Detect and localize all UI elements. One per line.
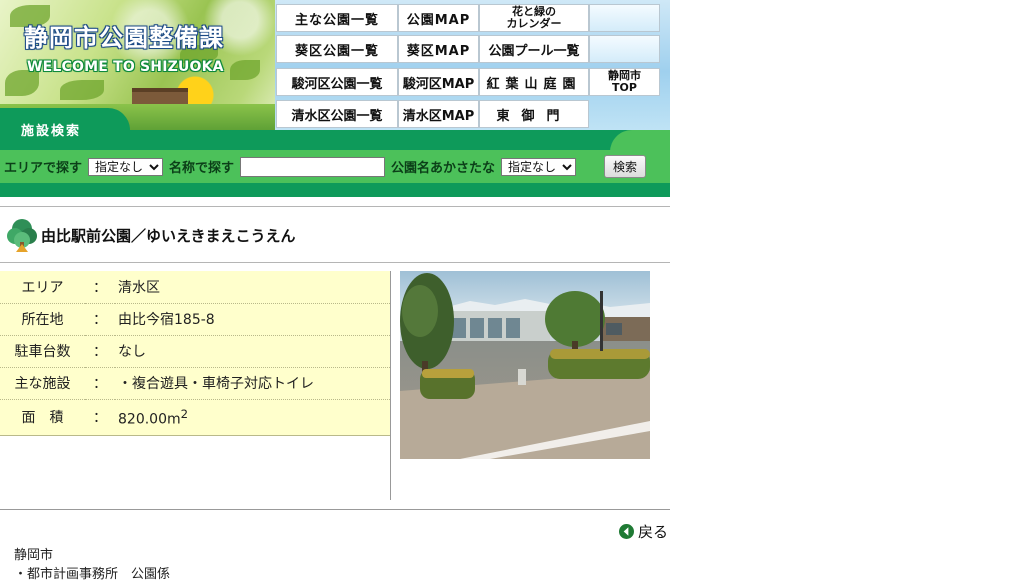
back-arrow-icon: [619, 524, 634, 539]
back-link[interactable]: 戻る: [619, 521, 668, 542]
row-colon: ：: [85, 399, 115, 436]
nav-shizuoka-top[interactable]: 静岡市 TOP: [589, 68, 660, 96]
table-row: エリア ： 清水区: [0, 271, 390, 304]
park-title: 由比駅前公園／ゆいえきまえこうえん: [41, 227, 296, 245]
nav-label: 葵区MAP: [406, 43, 471, 59]
nav-flower-calendar[interactable]: 花と緑の カレンダー: [479, 4, 589, 32]
row-value: 由比今宿185-8: [115, 303, 390, 336]
row-label: エリア: [0, 271, 85, 304]
nav-label: 公園MAP: [406, 12, 471, 28]
divider: [0, 206, 670, 207]
table-row: 面 積 ： 820.00m2: [0, 399, 390, 436]
kana-label: 公園名あかさたな: [391, 161, 496, 176]
row-value: なし: [115, 335, 390, 368]
park-photo: [400, 271, 650, 459]
row-label: 駐車台数: [0, 335, 85, 368]
nav-higashi-gomon[interactable]: 東御門: [479, 100, 589, 128]
area-select[interactable]: 指定なし: [88, 157, 164, 176]
row-value: ・複合遊具・車椅子対応トイレ: [115, 367, 390, 400]
nav-label: 公園プール一覧: [488, 43, 580, 59]
row-value: 820.00m2: [115, 399, 390, 436]
area-unit-superscript: 2: [180, 406, 189, 421]
nav-pool-list[interactable]: 公園プール一覧: [479, 35, 589, 63]
row-label: 主な施設: [0, 367, 85, 400]
nav-label: 駿河区MAP: [402, 76, 475, 92]
area-label: エリアで探す: [4, 161, 83, 176]
nav-shimizu-map[interactable]: 清水区MAP: [398, 100, 479, 128]
nav-label: 紅葉山庭園: [486, 76, 582, 92]
nav-momijiyama-garden[interactable]: 紅葉山庭園: [479, 68, 589, 96]
row-label: 所在地: [0, 303, 85, 336]
footer-org: 静岡市: [14, 548, 54, 563]
table-row: 主な施設 ： ・複合遊具・車椅子対応トイレ: [0, 367, 390, 400]
nav-sky-blank: [589, 35, 660, 63]
nav-label: 清水区公園一覧: [291, 108, 383, 124]
row-colon: ：: [85, 271, 115, 304]
site-subtitle: WELCOME TO SHIZUOKA: [27, 59, 224, 75]
nav-sky-blank: [589, 4, 660, 32]
nav-main-parks[interactable]: 主な公園一覧: [276, 4, 398, 32]
row-colon: ：: [85, 367, 115, 400]
search-button[interactable]: 検索: [604, 155, 647, 178]
name-search-input[interactable]: [240, 156, 386, 177]
name-label: 名称で探す: [169, 161, 235, 176]
nav-park-map[interactable]: 公園MAP: [398, 4, 479, 32]
site-title[interactable]: 静岡市公園整備課: [24, 18, 224, 53]
row-value: 清水区: [115, 271, 390, 304]
nav-label: 清水区MAP: [402, 108, 475, 124]
row-colon: ：: [85, 303, 115, 336]
back-label: 戻る: [638, 523, 669, 541]
nav-label: 葵区公園一覧: [294, 43, 379, 59]
nav-label: 主な公園一覧: [294, 12, 379, 28]
table-row: 所在地 ： 由比今宿185-8: [0, 303, 390, 336]
nav-grid: 主な公園一覧 公園MAP 花と緑の カレンダー 葵区公園一覧 葵区MAP 公園プ…: [270, 0, 670, 130]
park-info-table: エリア ： 清水区 所在地 ： 由比今宿185-8 駐車台数 ： なし 主な施設…: [0, 271, 390, 436]
divider: [0, 262, 670, 263]
footer-dept: ・都市計画事務所 公園係: [14, 567, 171, 580]
search-row: エリアで探す 指定なし 名称で探す 公園名あかさたな 指定なし 検索: [0, 150, 670, 183]
kana-select[interactable]: 指定なし: [501, 157, 577, 176]
nav-suruga-map[interactable]: 駿河区MAP: [398, 68, 479, 96]
divider: [0, 509, 670, 510]
nav-aoi-map[interactable]: 葵区MAP: [398, 35, 479, 63]
nav-shimizu-parks[interactable]: 清水区公園一覧: [276, 100, 398, 128]
nav-label: 駿河区公園一覧: [291, 76, 383, 92]
nav-label-line2: TOP: [612, 81, 637, 94]
row-colon: ：: [85, 335, 115, 368]
nav-label: 東御門: [496, 108, 572, 124]
table-row: 駐車台数 ： なし: [0, 335, 390, 368]
tree-icon: [7, 219, 37, 252]
page: 静岡市公園整備課 WELCOME TO SHIZUOKA 主な公園一覧 公園MA…: [0, 0, 670, 580]
nav-suruga-parks[interactable]: 駿河区公園一覧: [276, 68, 398, 96]
nav-label-line2: カレンダー: [506, 17, 562, 30]
search-tab-label: 施設検索: [21, 124, 82, 139]
divider: [390, 271, 391, 500]
nav-aoi-parks[interactable]: 葵区公園一覧: [276, 35, 398, 63]
row-label: 面 積: [0, 399, 85, 436]
area-value: 820.00m: [118, 411, 181, 428]
